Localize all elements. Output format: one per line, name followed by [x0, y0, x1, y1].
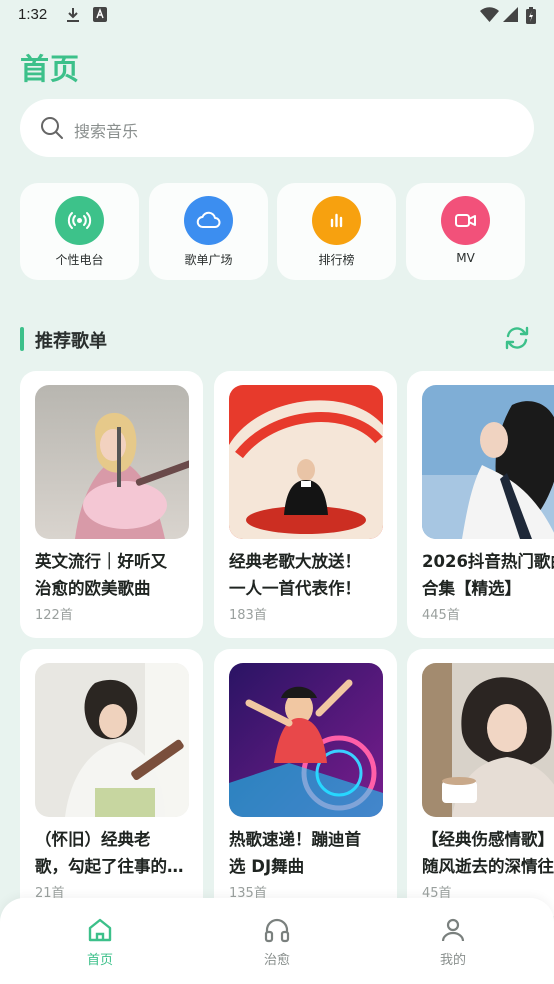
bottom-nav: 首页 治愈 我的: [0, 898, 554, 984]
playlist-cover: [229, 663, 383, 817]
playlist-cover: [35, 663, 189, 817]
nav-label: 治愈: [263, 953, 290, 968]
playlist-title: 2026抖音热门歌曲 合集【精选】: [422, 552, 554, 598]
signal-icon: [503, 7, 518, 26]
playlist-card[interactable]: 2026抖音热门歌曲 合集【精选】 445首: [407, 371, 554, 638]
playlist-count: 445首: [422, 608, 460, 623]
playlist-title: （怀旧）经典老 歌，勾起了往事的…: [35, 830, 184, 876]
playlist-title: 经典老歌大放送！ 一人一首代表作！: [229, 552, 361, 598]
search-input[interactable]: 搜索音乐: [20, 99, 534, 157]
playlist-cover: [35, 385, 189, 539]
playlist-count: 183首: [229, 608, 267, 623]
category-mv[interactable]: MV: [406, 183, 525, 280]
playlist-card[interactable]: 热歌速递！蹦迪首选 DJ舞曲 135首: [214, 649, 397, 916]
category-playlist-square[interactable]: 歌单广场: [149, 183, 268, 280]
playlist-card[interactable]: 【经典伤感情歌】 随风逝去的深情往 45首: [407, 649, 554, 916]
playlist-count: 122首: [35, 608, 73, 623]
playlist-card[interactable]: 经典老歌大放送！ 一人一首代表作！ 183首: [214, 371, 397, 638]
nav-healing[interactable]: 治愈: [217, 898, 337, 984]
playlist-cover: [422, 385, 554, 539]
nav-label: 我的: [439, 953, 466, 968]
section-title: 推荐歌单: [35, 331, 107, 352]
chart-bar-icon: [312, 196, 361, 245]
category-label: 个性电台: [55, 253, 104, 267]
headphones-icon: [264, 918, 290, 943]
keyboard-icon: [93, 7, 107, 26]
category-label: MV: [456, 251, 475, 265]
battery-icon: [526, 7, 536, 28]
section-accent-bar: [20, 327, 24, 351]
playlist-cover: [229, 385, 383, 539]
download-icon: [66, 7, 80, 27]
user-icon: [441, 918, 465, 942]
category-charts[interactable]: 排行榜: [277, 183, 396, 280]
category-radio[interactable]: 个性电台: [20, 183, 139, 280]
playlist-card[interactable]: 英文流行｜好听又 治愈的欧美歌曲 122首: [20, 371, 203, 638]
playlist-cover: [422, 663, 554, 817]
playlist-card[interactable]: （怀旧）经典老 歌，勾起了往事的… 21首: [20, 649, 203, 916]
cloud-icon: [184, 196, 233, 245]
playlist-title: 【经典伤感情歌】 随风逝去的深情往: [422, 830, 554, 876]
nav-home[interactable]: 首页: [40, 898, 160, 984]
search-placeholder: 搜索音乐: [74, 122, 139, 141]
playlist-title: 热歌速递！蹦迪首选 DJ舞曲: [229, 830, 361, 876]
category-label: 排行榜: [318, 253, 355, 267]
page-title: 首页: [20, 52, 81, 86]
home-icon: [88, 918, 112, 942]
nav-mine[interactable]: 我的: [393, 898, 513, 984]
status-time: 1:32: [18, 6, 48, 23]
category-label: 歌单广场: [184, 253, 233, 267]
video-icon: [441, 196, 490, 245]
refresh-icon[interactable]: [503, 325, 531, 355]
playlist-title: 英文流行｜好听又 治愈的欧美歌曲: [35, 552, 167, 598]
wifi-icon: [480, 7, 499, 26]
search-icon: [40, 116, 64, 144]
radio-icon: [55, 196, 104, 245]
nav-label: 首页: [86, 953, 113, 968]
status-bar: 1:32: [0, 0, 554, 30]
